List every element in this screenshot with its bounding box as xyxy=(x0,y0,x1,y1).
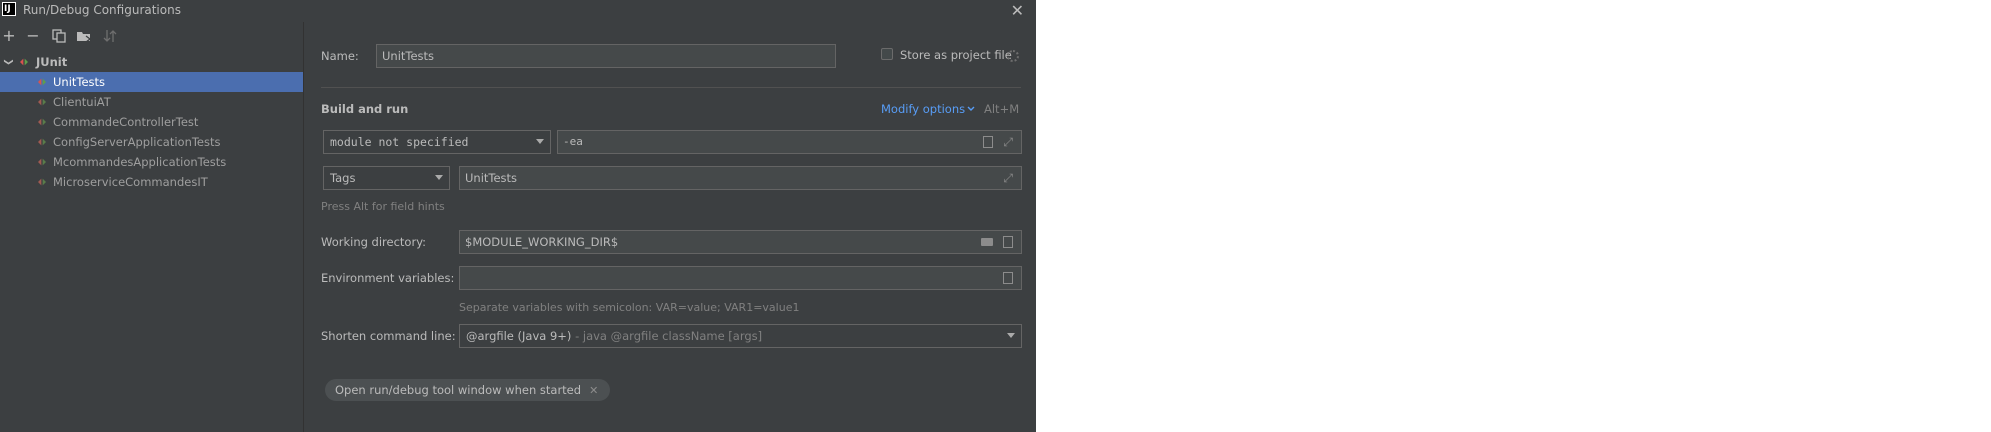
tree-item-label: CommandeControllerTest xyxy=(53,115,199,129)
remove-chip-icon[interactable]: ✕ xyxy=(589,384,598,397)
junit-config-icon xyxy=(38,138,46,146)
tags-value: UnitTests xyxy=(465,171,518,185)
modify-options-link[interactable]: Modify options xyxy=(881,102,965,116)
separator xyxy=(321,87,1021,88)
module-select[interactable]: module not specified xyxy=(323,130,551,154)
window-title: Run/Debug Configurations xyxy=(23,3,181,17)
shorten-command-line-select[interactable]: @argfile (Java 9+) - java @argfile class… xyxy=(459,324,1022,348)
test-kind-value: Tags xyxy=(330,171,356,185)
tree-item-label: UnitTests xyxy=(53,75,106,89)
open-tool-window-option-chip[interactable]: Open run/debug tool window when started ✕ xyxy=(325,379,611,401)
store-as-project-file-label: Store as project file xyxy=(900,48,1012,62)
new-folder-icon xyxy=(77,32,92,43)
name-label: Name: xyxy=(321,49,359,63)
environment-variables-label: Environment variables: xyxy=(321,271,455,285)
dropdown-arrow-icon xyxy=(435,175,443,180)
move-to-folder-button[interactable] xyxy=(75,27,93,45)
dropdown-arrow-icon xyxy=(1007,333,1015,338)
configuration-form: Name: UnitTests Store as project file Bu… xyxy=(304,22,1036,432)
junit-config-icon xyxy=(38,178,46,186)
edit-document-icon[interactable] xyxy=(1003,236,1013,248)
tree-item-configserverapplicationtests[interactable]: ConfigServerApplicationTests xyxy=(0,132,303,152)
folder-icon[interactable] xyxy=(981,238,993,246)
tree-item-mcommandesapplicationtests[interactable]: McommandesApplicationTests xyxy=(0,152,303,172)
module-select-value: module not specified xyxy=(330,135,469,149)
working-directory-value: $MODULE_WORKING_DIR$ xyxy=(465,235,619,249)
working-directory-input[interactable]: $MODULE_WORKING_DIR$ xyxy=(459,230,1022,254)
environment-variables-hint: Separate variables with semicolon: VAR=v… xyxy=(459,301,800,314)
environment-variables-input[interactable] xyxy=(459,266,1022,290)
test-kind-select[interactable]: Tags xyxy=(323,166,450,190)
copy-icon xyxy=(52,29,66,43)
tree-item-label: MicroserviceCommandesIT xyxy=(53,175,208,189)
chip-label: Open run/debug tool window when started xyxy=(335,383,582,397)
store-as-project-file-checkbox[interactable] xyxy=(881,48,893,60)
shorten-command-line-label: Shorten command line: xyxy=(321,329,456,343)
copy-configuration-button[interactable] xyxy=(50,27,68,45)
build-and-run-heading: Build and run xyxy=(321,102,409,116)
tree-item-commandecontrollertest[interactable]: CommandeControllerTest xyxy=(0,112,303,132)
tree-item-label: ConfigServerApplicationTests xyxy=(53,135,221,149)
run-debug-configurations-dialog: IJ Run/Debug Configurations ✕ + − ❯ JUni… xyxy=(0,0,1036,432)
sort-configurations-button[interactable] xyxy=(101,27,119,45)
tree-item-label: ClientuiAT xyxy=(53,95,111,109)
junit-config-icon xyxy=(38,78,46,86)
sort-icon xyxy=(103,30,117,42)
junit-icon xyxy=(20,58,28,66)
gear-icon[interactable] xyxy=(1007,50,1019,62)
expand-icon[interactable]: ⤢ xyxy=(1003,135,1013,149)
edit-document-icon[interactable] xyxy=(983,136,993,148)
vm-options-value: -ea xyxy=(563,135,583,148)
name-input[interactable]: UnitTests xyxy=(376,44,836,68)
add-configuration-button[interactable]: + xyxy=(0,27,18,45)
tree-group-label: JUnit xyxy=(36,55,68,69)
tree-item-microservicecommandesit[interactable]: MicroserviceCommandesIT xyxy=(0,172,303,192)
configurations-toolbar: + − xyxy=(0,22,303,52)
tree-item-clientuiat[interactable]: ClientuiAT xyxy=(0,92,303,112)
dropdown-arrow-icon xyxy=(536,139,544,144)
working-directory-label: Working directory: xyxy=(321,235,427,249)
tags-input[interactable]: UnitTests ⤢ xyxy=(459,166,1022,190)
configurations-panel: + − ❯ JUnit UnitTests ClientuiAT Command… xyxy=(0,22,304,432)
shorten-command-line-hint: - java @argfile className [args] xyxy=(571,329,763,343)
junit-config-icon xyxy=(38,98,46,106)
close-icon[interactable]: ✕ xyxy=(1011,0,1024,22)
tree-item-label: McommandesApplicationTests xyxy=(53,155,227,169)
modify-options-shortcut: Alt+M xyxy=(984,102,1020,116)
remove-configuration-button[interactable]: − xyxy=(24,27,42,45)
field-hints-text: Press Alt for field hints xyxy=(321,200,445,213)
shorten-command-line-value: @argfile (Java 9+) xyxy=(466,329,572,343)
tree-item-unittests[interactable]: UnitTests xyxy=(0,72,303,92)
chevron-down-icon[interactable]: ❯ xyxy=(0,58,18,66)
configurations-tree: ❯ JUnit UnitTests ClientuiAT CommandeCon… xyxy=(0,52,303,192)
vm-options-input[interactable]: -ea ⤢ xyxy=(557,130,1022,154)
title-bar: IJ Run/Debug Configurations ✕ xyxy=(0,0,1036,22)
expand-icon[interactable]: ⤢ xyxy=(1003,171,1013,185)
edit-document-icon[interactable] xyxy=(1003,272,1013,284)
chevron-down-icon[interactable] xyxy=(967,106,975,112)
junit-config-icon xyxy=(38,158,46,166)
intellij-app-icon: IJ xyxy=(2,2,16,16)
junit-config-icon xyxy=(38,118,46,126)
tree-group-junit[interactable]: ❯ JUnit xyxy=(0,52,303,72)
